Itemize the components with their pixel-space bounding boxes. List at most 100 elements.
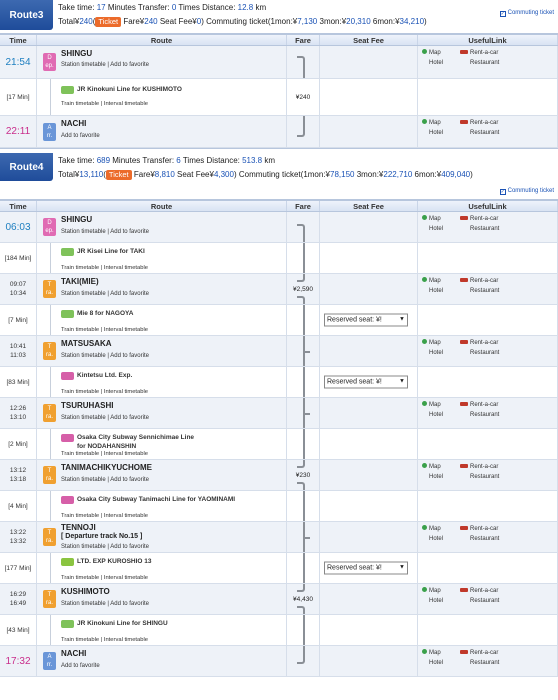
station-links[interactable]: Station timetable | Add to favorite	[61, 415, 149, 421]
hotel-link[interactable]: Hotel	[422, 410, 460, 420]
hotel-link[interactable]: Hotel	[422, 596, 460, 606]
restaurant-link[interactable]: Restaurant	[460, 286, 499, 296]
map-link[interactable]: Map	[422, 400, 460, 410]
rent-a-car-link[interactable]: Rent-a-car	[460, 276, 498, 286]
reserved-seat-select[interactable]: Reserved seat: ¥! ▼	[324, 375, 408, 389]
reserved-seat-select[interactable]: Reserved seat: ¥! ▼	[324, 313, 408, 327]
station-links[interactable]: Station timetable | Add to favorite	[61, 62, 149, 68]
hotel-link[interactable]: Hotel	[422, 658, 460, 668]
station-name[interactable]: TANIMACHIKYUCHOME	[61, 463, 152, 472]
station-name[interactable]: NACHI	[61, 119, 86, 128]
station-name[interactable]: MATSUSAKA	[61, 339, 112, 348]
line-name[interactable]: Osaka City Subway Tanimachi Line for YAO…	[77, 495, 235, 504]
line-name[interactable]: Osaka City Subway Sennichimae Line	[77, 433, 194, 442]
line-name[interactable]: JR Kisei Line for TAKI	[77, 247, 145, 256]
rent-a-car-link[interactable]: Rent-a-car	[460, 48, 498, 58]
map-link[interactable]: Map	[422, 648, 460, 658]
train-links[interactable]: Train timetable | Interval timetable	[61, 451, 148, 457]
rent-a-car-link[interactable]: Rent-a-car	[460, 118, 498, 128]
rent-a-car-link[interactable]: Rent-a-car	[460, 338, 498, 348]
arrival-time: 16:29	[9, 591, 27, 598]
station-name[interactable]: TENNOJI	[61, 523, 96, 532]
restaurant-link[interactable]: Restaurant	[460, 224, 499, 234]
hotel-link[interactable]: Hotel	[422, 348, 460, 358]
restaurant-link[interactable]: Restaurant	[460, 658, 499, 668]
route4-tag[interactable]: Route4	[0, 153, 53, 181]
restaurant-link[interactable]: Restaurant	[460, 128, 499, 138]
hotel-link[interactable]: Hotel	[422, 128, 460, 138]
route3-tag[interactable]: Route3	[0, 0, 53, 30]
rent-a-car-link[interactable]: Rent-a-car	[460, 648, 498, 658]
route4-rows: 06:03 Dep. SHINGU Station timetable | Add t…	[0, 212, 558, 677]
line-name[interactable]: Mie 8 for NAGOYA	[77, 309, 133, 318]
commuting-ticket-link[interactable]: ✓ Commuting ticket	[499, 188, 554, 195]
hotel-link[interactable]: Hotel	[422, 472, 460, 482]
train-links[interactable]: Train timetable | Interval timetable	[61, 265, 148, 271]
station-name[interactable]: NACHI	[61, 649, 86, 658]
rent-a-car-link[interactable]: Rent-a-car	[460, 586, 498, 596]
map-link[interactable]: Map	[422, 586, 460, 596]
map-link[interactable]: Map	[422, 48, 460, 58]
restaurant-link[interactable]: Restaurant	[460, 596, 499, 606]
station-name[interactable]: TAKI(MIE)	[61, 277, 99, 286]
train-links[interactable]: Train timetable | Interval timetable	[61, 327, 148, 333]
train-links[interactable]: Train timetable | Interval timetable	[61, 513, 148, 519]
station-links[interactable]: Station timetable | Add to favorite	[61, 601, 149, 607]
route4: Route4 Take time: 689 Minutes Transfer: …	[0, 148, 558, 700]
station-name[interactable]: SHINGU	[61, 215, 92, 224]
map-link[interactable]: Map	[422, 118, 460, 128]
globe-icon	[422, 587, 427, 592]
hotel-link[interactable]: Hotel	[422, 58, 460, 68]
col-time: Time	[0, 201, 37, 211]
departure-time: 10:34	[9, 290, 27, 297]
restaurant-link[interactable]: Restaurant	[460, 534, 499, 544]
globe-icon	[422, 277, 427, 282]
station-links[interactable]: Station timetable | Add to favorite	[61, 477, 149, 483]
line-name[interactable]: JR Kinokuni Line for SHINGU	[77, 619, 168, 628]
line-name[interactable]: LTD. EXP KUROSHIO 13	[77, 557, 152, 566]
map-link[interactable]: Map	[422, 276, 460, 286]
hotel-link[interactable]: Hotel	[422, 534, 460, 544]
station-name[interactable]: TSURUHASHI	[61, 401, 113, 410]
station-name[interactable]: KUSHIMOTO	[61, 587, 110, 596]
hotel-link[interactable]: Hotel	[422, 286, 460, 296]
hotel-link[interactable]: Hotel	[422, 224, 460, 234]
duration: [43 Min]	[6, 626, 30, 634]
move-row: [17 Min] JR Kinokuni Line for KUSHIMOTO …	[0, 79, 558, 116]
restaurant-link[interactable]: Restaurant	[460, 58, 499, 68]
station-links[interactable]: Station timetable | Add to favorite	[61, 353, 149, 359]
rent-a-car-link[interactable]: Rent-a-car	[460, 214, 498, 224]
station-name[interactable]: SHINGU	[61, 49, 92, 58]
add-favorite-link[interactable]: Add to favorite	[61, 663, 100, 669]
train-links[interactable]: Train timetable | Interval timetable	[61, 389, 148, 395]
station-row: 06:03 Dep. SHINGU Station timetable | Add t…	[0, 212, 558, 243]
add-favorite-link[interactable]: Add to favorite	[61, 133, 100, 139]
map-link[interactable]: Map	[422, 338, 460, 348]
train-links[interactable]: Train timetable | Interval timetable	[61, 575, 148, 581]
duration: [4 Min]	[8, 502, 28, 510]
car-icon	[460, 650, 468, 654]
restaurant-link[interactable]: Restaurant	[460, 348, 499, 358]
commuting-ticket-link[interactable]: ✓ Commuting ticket	[499, 10, 554, 17]
restaurant-link[interactable]: Restaurant	[460, 410, 499, 420]
train-links[interactable]: Train timetable | Interval timetable	[61, 101, 148, 107]
useful-links: Map Rent-a-car Hotel Restaurant	[418, 46, 558, 78]
departure-time: 11:03	[10, 352, 26, 359]
rent-a-car-link[interactable]: Rent-a-car	[460, 524, 498, 534]
useful-links: Map Rent-a-car Hotel Restaurant	[418, 522, 558, 552]
reserved-seat-select[interactable]: Reserved seat: ¥! ▼	[324, 561, 408, 575]
train-links[interactable]: Train timetable | Interval timetable	[61, 637, 148, 643]
station-links[interactable]: Station timetable | Add to favorite	[61, 229, 149, 235]
station-links[interactable]: Station timetable | Add to favorite	[61, 291, 149, 297]
rent-a-car-link[interactable]: Rent-a-car	[460, 400, 498, 410]
line-name[interactable]: JR Kinokuni Line for KUSHIMOTO	[77, 85, 182, 94]
line-name[interactable]: Kintetsu Ltd. Exp.	[77, 371, 132, 380]
map-link[interactable]: Map	[422, 524, 460, 534]
map-link[interactable]: Map	[422, 214, 460, 224]
rent-a-car-link[interactable]: Rent-a-car	[460, 462, 498, 472]
station-links[interactable]: Station timetable | Add to favorite	[61, 544, 149, 550]
car-icon	[460, 120, 468, 124]
map-link[interactable]: Map	[422, 462, 460, 472]
restaurant-link[interactable]: Restaurant	[460, 472, 499, 482]
train-icon	[61, 496, 74, 504]
